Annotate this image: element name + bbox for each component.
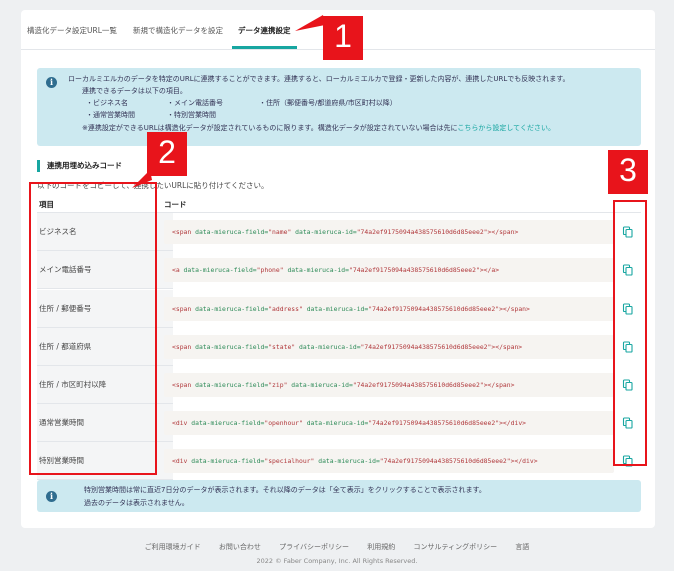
info-item-openhour: ・通常営業時間	[86, 111, 135, 119]
info-icon: i	[46, 491, 57, 502]
footer-link-consulting-policy[interactable]: コンサルティングポリシー	[413, 543, 497, 551]
annotation-3: 3	[608, 150, 648, 194]
embed-code[interactable]: <span data-mieruca-field="zip" data-mier…	[164, 373, 614, 397]
copyright: 2022 © Faber Company, Inc. All Rights Re…	[256, 557, 418, 565]
footer-link-language[interactable]: 言語	[515, 543, 529, 551]
info-item-business-name: ・ビジネス名	[86, 99, 128, 107]
annotation-2-arrow-icon	[132, 170, 152, 188]
annotation-3-box	[613, 200, 647, 466]
info-line-2: 連携できるデータは以下の項目。	[82, 87, 187, 95]
embed-code[interactable]: <span data-mieruca-field="name" data-mie…	[164, 220, 614, 244]
note-line-2: 過去のデータは表示されません。	[84, 499, 189, 507]
info-box: i ローカルミエルカのデータを特定のURLに連携することができます。連携すると、…	[37, 68, 641, 146]
note-box: i 特別営業時間は常に直近7日分のデータが表示されます。それ以降のデータは「全て…	[37, 480, 641, 512]
embed-code[interactable]: <a data-mieruca-field="phone" data-mieru…	[164, 258, 614, 282]
annotation-1-arrow-icon	[295, 15, 325, 31]
info-item-phone: ・メイン電話番号	[167, 99, 223, 107]
footer-link-privacy[interactable]: プライバシーポリシー	[279, 543, 349, 551]
info-line-3-text: ※連携設定ができるURLは構造化データが設定されているものに限ります。構造化デー…	[82, 124, 458, 132]
embed-code[interactable]: <span data-mieruca-field="address" data-…	[164, 297, 614, 321]
tab-url-list[interactable]: 構造化データ設定URL一覧	[27, 25, 117, 36]
info-icon: i	[46, 77, 57, 88]
note-line-1: 特別営業時間は常に直近7日分のデータが表示されます。それ以降のデータは「全て表示…	[84, 486, 486, 494]
info-item-specialhour: ・特別営業時間	[167, 111, 216, 119]
footer-link-terms[interactable]: 利用規約	[367, 543, 395, 551]
annotation-2-box	[29, 182, 157, 475]
footer-link-environment-guide[interactable]: ご利用環境ガイド	[145, 543, 201, 551]
embed-code[interactable]: <span data-mieruca-field="state" data-mi…	[164, 335, 614, 359]
embed-code[interactable]: <div data-mieruca-field="specialhour" da…	[164, 449, 614, 473]
column-header-code: コード	[164, 200, 187, 209]
footer-links: ご利用環境ガイド お問い合わせ プライバシーポリシー 利用規約 コンサルティング…	[0, 542, 674, 552]
embed-code[interactable]: <div data-mieruca-field="openhour" data-…	[164, 411, 614, 435]
setup-link[interactable]: こちらから設定してください。	[457, 124, 555, 132]
info-line-1: ローカルミエルカのデータを特定のURLに連携することができます。連携すると、ロー…	[68, 75, 570, 83]
info-item-address: ・住所（郵便番号/都道府県/市区町村以降）	[259, 99, 397, 107]
section-title: 連携用埋め込みコード	[37, 160, 122, 172]
tab-data-integration[interactable]: データ連携設定	[232, 25, 296, 49]
annotation-1: 1	[323, 16, 363, 60]
tab-new-structured-data[interactable]: 新規で構造化データを設定	[133, 25, 223, 36]
footer-link-contact[interactable]: お問い合わせ	[219, 543, 261, 551]
